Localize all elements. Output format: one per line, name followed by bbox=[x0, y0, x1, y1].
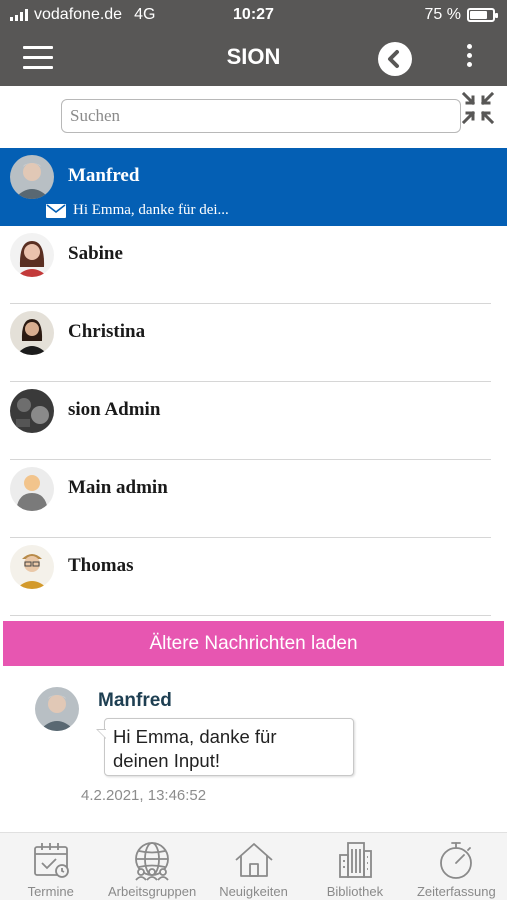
contact-list: Manfred Hi Emma, danke für dei... Sabine bbox=[0, 148, 507, 616]
contact-item-thomas[interactable]: Thomas bbox=[0, 538, 507, 616]
message-preview-text: Hi Emma, danke für dei... bbox=[73, 202, 229, 218]
avatar bbox=[10, 545, 54, 589]
nav-label: Bibliothek bbox=[326, 884, 384, 899]
battery-info: 75 % bbox=[424, 6, 498, 24]
building-icon bbox=[339, 842, 372, 878]
message-sender: Manfred bbox=[98, 690, 172, 711]
message-text-line: deinen Input! bbox=[113, 750, 220, 771]
contact-name: Christina bbox=[68, 321, 146, 342]
search-row bbox=[0, 86, 507, 148]
divider bbox=[10, 615, 491, 616]
battery-percent: 75 % bbox=[424, 6, 461, 23]
contact-name: Main admin bbox=[68, 477, 168, 498]
nav-item-neuigkeiten[interactable]: Neuigkeiten bbox=[203, 833, 304, 900]
battery-icon bbox=[467, 8, 498, 22]
contact-name: Sabine bbox=[68, 243, 123, 264]
avatar bbox=[10, 389, 54, 433]
nav-item-bibliothek[interactable]: Bibliothek bbox=[304, 833, 405, 900]
contact-name: Manfred bbox=[68, 165, 140, 186]
contact-item-sabine[interactable]: Sabine bbox=[0, 226, 507, 304]
avatar bbox=[10, 311, 54, 355]
group-globe-icon bbox=[135, 842, 170, 881]
bottom-nav: Termine Arbeitsgruppen Neuigkeiten Bibli… bbox=[0, 832, 507, 900]
nav-item-termine[interactable]: Termine bbox=[0, 833, 101, 900]
search-input[interactable] bbox=[61, 99, 461, 133]
hamburger-menu-icon[interactable] bbox=[23, 46, 53, 70]
kebab-menu-icon[interactable] bbox=[462, 44, 476, 72]
avatar bbox=[10, 155, 54, 199]
nav-item-zeiterfassung[interactable]: Zeiterfassung bbox=[406, 833, 507, 900]
avatar bbox=[10, 233, 54, 277]
contact-item-christina[interactable]: Christina bbox=[0, 304, 507, 382]
envelope-icon bbox=[46, 203, 66, 218]
back-button[interactable] bbox=[378, 42, 412, 76]
message-timestamp: 4.2.2021, 13:46:52 bbox=[81, 787, 207, 804]
nav-label: Neuigkeiten bbox=[219, 884, 288, 899]
message-preview: Hi Emma, danke für dei... bbox=[46, 202, 229, 219]
message-text-line: Hi Emma, danke für bbox=[113, 726, 277, 747]
app-title: SION bbox=[226, 44, 281, 69]
avatar bbox=[10, 467, 54, 511]
chevron-left-icon bbox=[388, 50, 399, 68]
collapse-icon[interactable] bbox=[461, 91, 495, 125]
contact-item-manfred[interactable]: Manfred Hi Emma, danke für dei... bbox=[0, 148, 507, 226]
battery-fill bbox=[470, 11, 487, 19]
nav-label: Termine bbox=[27, 884, 74, 899]
nav-item-arbeitsgruppen[interactable]: Arbeitsgruppen bbox=[101, 833, 202, 900]
contact-name: sion Admin bbox=[68, 399, 161, 420]
status-bar: vodafone.de 4G 10:27 75 % bbox=[0, 0, 507, 30]
stopwatch-icon bbox=[440, 842, 473, 879]
load-older-messages-button[interactable]: Ältere Nachrichten laden bbox=[3, 621, 504, 666]
contact-item-sion-admin[interactable]: sion Admin bbox=[0, 382, 507, 460]
home-icon bbox=[234, 843, 273, 877]
app-header: SION bbox=[0, 30, 507, 86]
avatar bbox=[35, 687, 79, 731]
message-bubble: Hi Emma, danke für deinen Input! bbox=[96, 718, 354, 776]
contact-item-main-admin[interactable]: Main admin bbox=[0, 460, 507, 538]
nav-label: Zeiterfassung bbox=[416, 884, 496, 899]
chat-message: Manfred Hi Emma, danke für deinen Input!… bbox=[0, 666, 507, 832]
contact-name: Thomas bbox=[68, 555, 134, 576]
nav-label: Arbeitsgruppen bbox=[108, 884, 197, 899]
calendar-icon bbox=[33, 843, 69, 878]
